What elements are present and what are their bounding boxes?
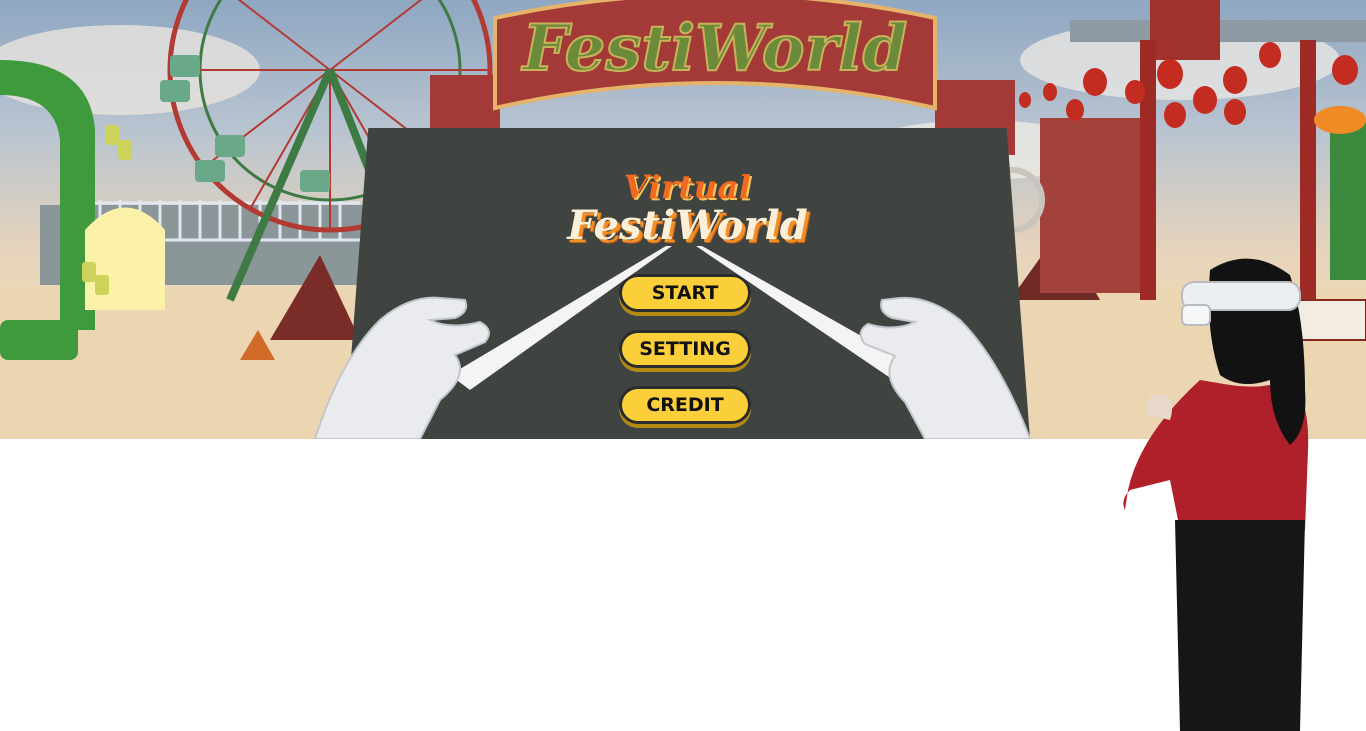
- vr-demo-frame: FestiWorld Virtual FestiWorld START SETT…: [0, 0, 1366, 731]
- left-pointer-ray: [450, 246, 672, 390]
- headset-visor: [1181, 304, 1211, 326]
- player-hand: [1147, 395, 1173, 420]
- vr-player: [1123, 258, 1309, 731]
- player-black-trousers: [1175, 520, 1305, 731]
